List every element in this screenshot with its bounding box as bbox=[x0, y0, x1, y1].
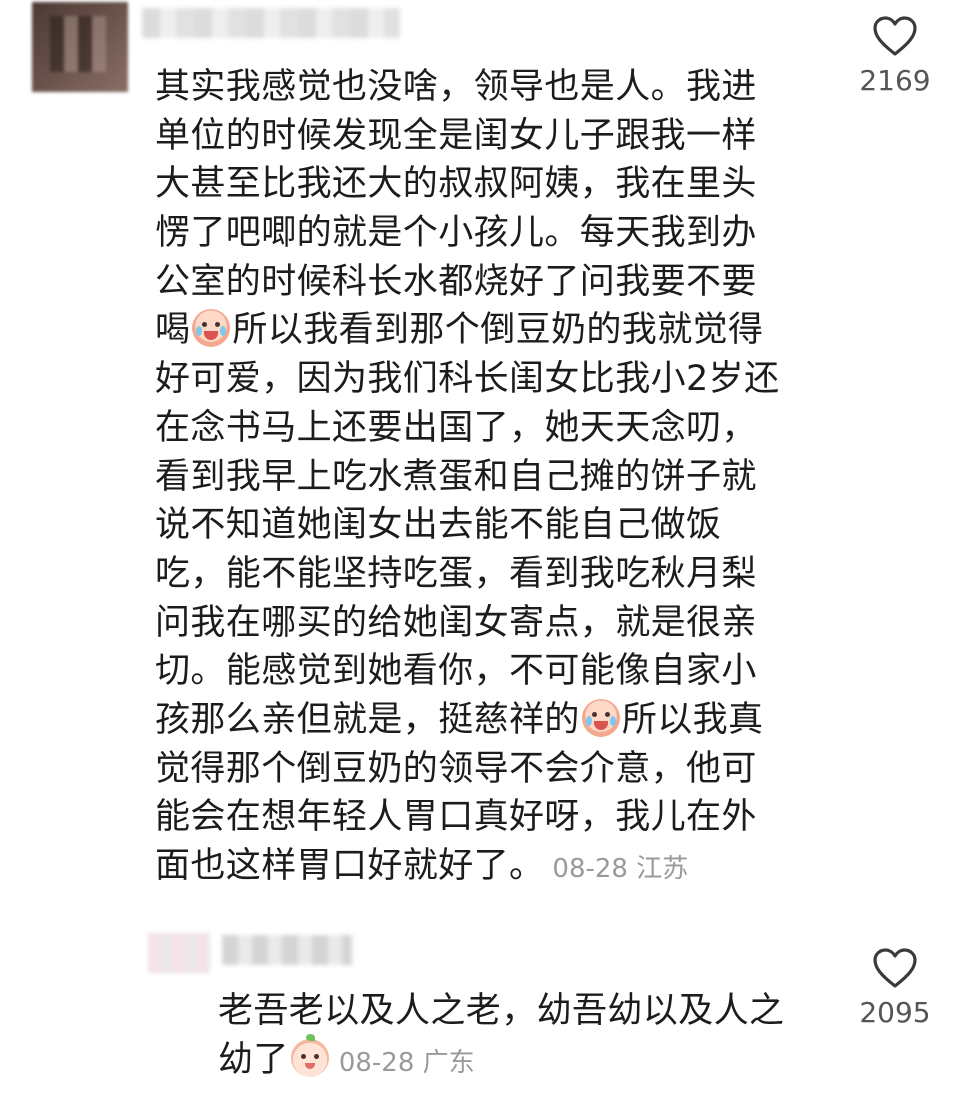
username-blurred[interactable] bbox=[222, 935, 352, 965]
comment-line: 看到我早上吃水煮蛋和自己摊的饼子就 bbox=[155, 456, 757, 497]
like-control[interactable]: 2095 bbox=[855, 946, 935, 1029]
comment-line: 吃，能不能坚持吃蛋，看到我吃秋月梨 bbox=[155, 553, 757, 594]
comment-text-fragment: 所以我真 bbox=[621, 699, 764, 740]
heart-icon[interactable] bbox=[871, 14, 919, 58]
avatar[interactable] bbox=[148, 933, 210, 973]
comment-line: 切。能感觉到她看你，不可能像自家小 bbox=[155, 651, 757, 692]
reply-line-with-meta: 幼了 08-28 广东 bbox=[218, 1034, 828, 1085]
comment-line: 能会在想年轻人胃口真好呀，我儿在外 bbox=[155, 797, 757, 838]
comment-line: 在念书马上还要出国了，她天天念叨， bbox=[155, 407, 757, 448]
comment-text-fragment: 面也这样胃口好就好了。 bbox=[155, 846, 545, 886]
comment-line: 好可爱，因为我们科长闺女比我小2岁还 bbox=[155, 359, 780, 400]
reply-date-location: 08-28 广东 bbox=[338, 1048, 475, 1078]
comment-line: 觉得那个倒豆奶的领导不会介意，他可 bbox=[155, 748, 757, 789]
crying-face-emoji bbox=[581, 698, 620, 737]
smiling-peach-emoji bbox=[290, 1034, 329, 1077]
comment-body: 其实我感觉也没啥，领导也是人。我进 单位的时候发现全是闺女儿子跟我一样 大甚至比… bbox=[155, 63, 795, 891]
username-blurred[interactable] bbox=[142, 8, 400, 38]
comment-line: 大甚至比我还大的叔叔阿姨，我在里头 bbox=[155, 164, 757, 205]
reply-body: 老吾老以及人之老，幼吾幼以及人之 幼了 08-28 广东 bbox=[218, 987, 828, 1085]
like-control[interactable]: 2169 bbox=[855, 14, 935, 97]
comment-date-location: 08-28 江苏 bbox=[552, 854, 689, 884]
reply-text-fragment: 幼了 bbox=[218, 1040, 289, 1080]
crying-face-emoji bbox=[192, 309, 231, 348]
heart-icon[interactable] bbox=[871, 946, 919, 990]
avatar[interactable] bbox=[32, 2, 128, 92]
like-count: 2169 bbox=[859, 64, 931, 97]
comment-line: 问我在哪买的给她闺女寄点，就是很亲 bbox=[155, 602, 757, 643]
comment-line-with-emoji: 孩那么亲但就是，挺慈祥的 所以我真 bbox=[155, 696, 795, 745]
comment-line-with-emoji: 喝所以我看到那个倒豆奶的我就觉得 bbox=[155, 306, 795, 355]
comment-line: 说不知道她闺女出去能不能自己做饭 bbox=[155, 505, 722, 546]
comment-line-with-meta: 面也这样胃口好就好了。 08-28 江苏 bbox=[155, 842, 795, 891]
comment-line: 单位的时候发现全是闺女儿子跟我一样 bbox=[155, 115, 757, 156]
comment-line: 其实我感觉也没啥，领导也是人。我进 bbox=[155, 67, 757, 107]
comment-text-fragment: 孩那么亲但就是，挺慈祥的 bbox=[155, 699, 580, 740]
reply-line: 老吾老以及人之老，幼吾幼以及人之 bbox=[218, 991, 785, 1031]
comment-line: 愣了吧唧的就是个小孩儿。每天我到办 bbox=[155, 213, 757, 254]
comment-line: 公室的时候科长水都烧好了问我要不要 bbox=[155, 261, 757, 302]
comment-text-fragment: 喝 bbox=[155, 310, 191, 351]
comment-text-fragment: 所以我看到那个倒豆奶的我就觉得 bbox=[232, 310, 764, 351]
like-count: 2095 bbox=[859, 996, 931, 1029]
